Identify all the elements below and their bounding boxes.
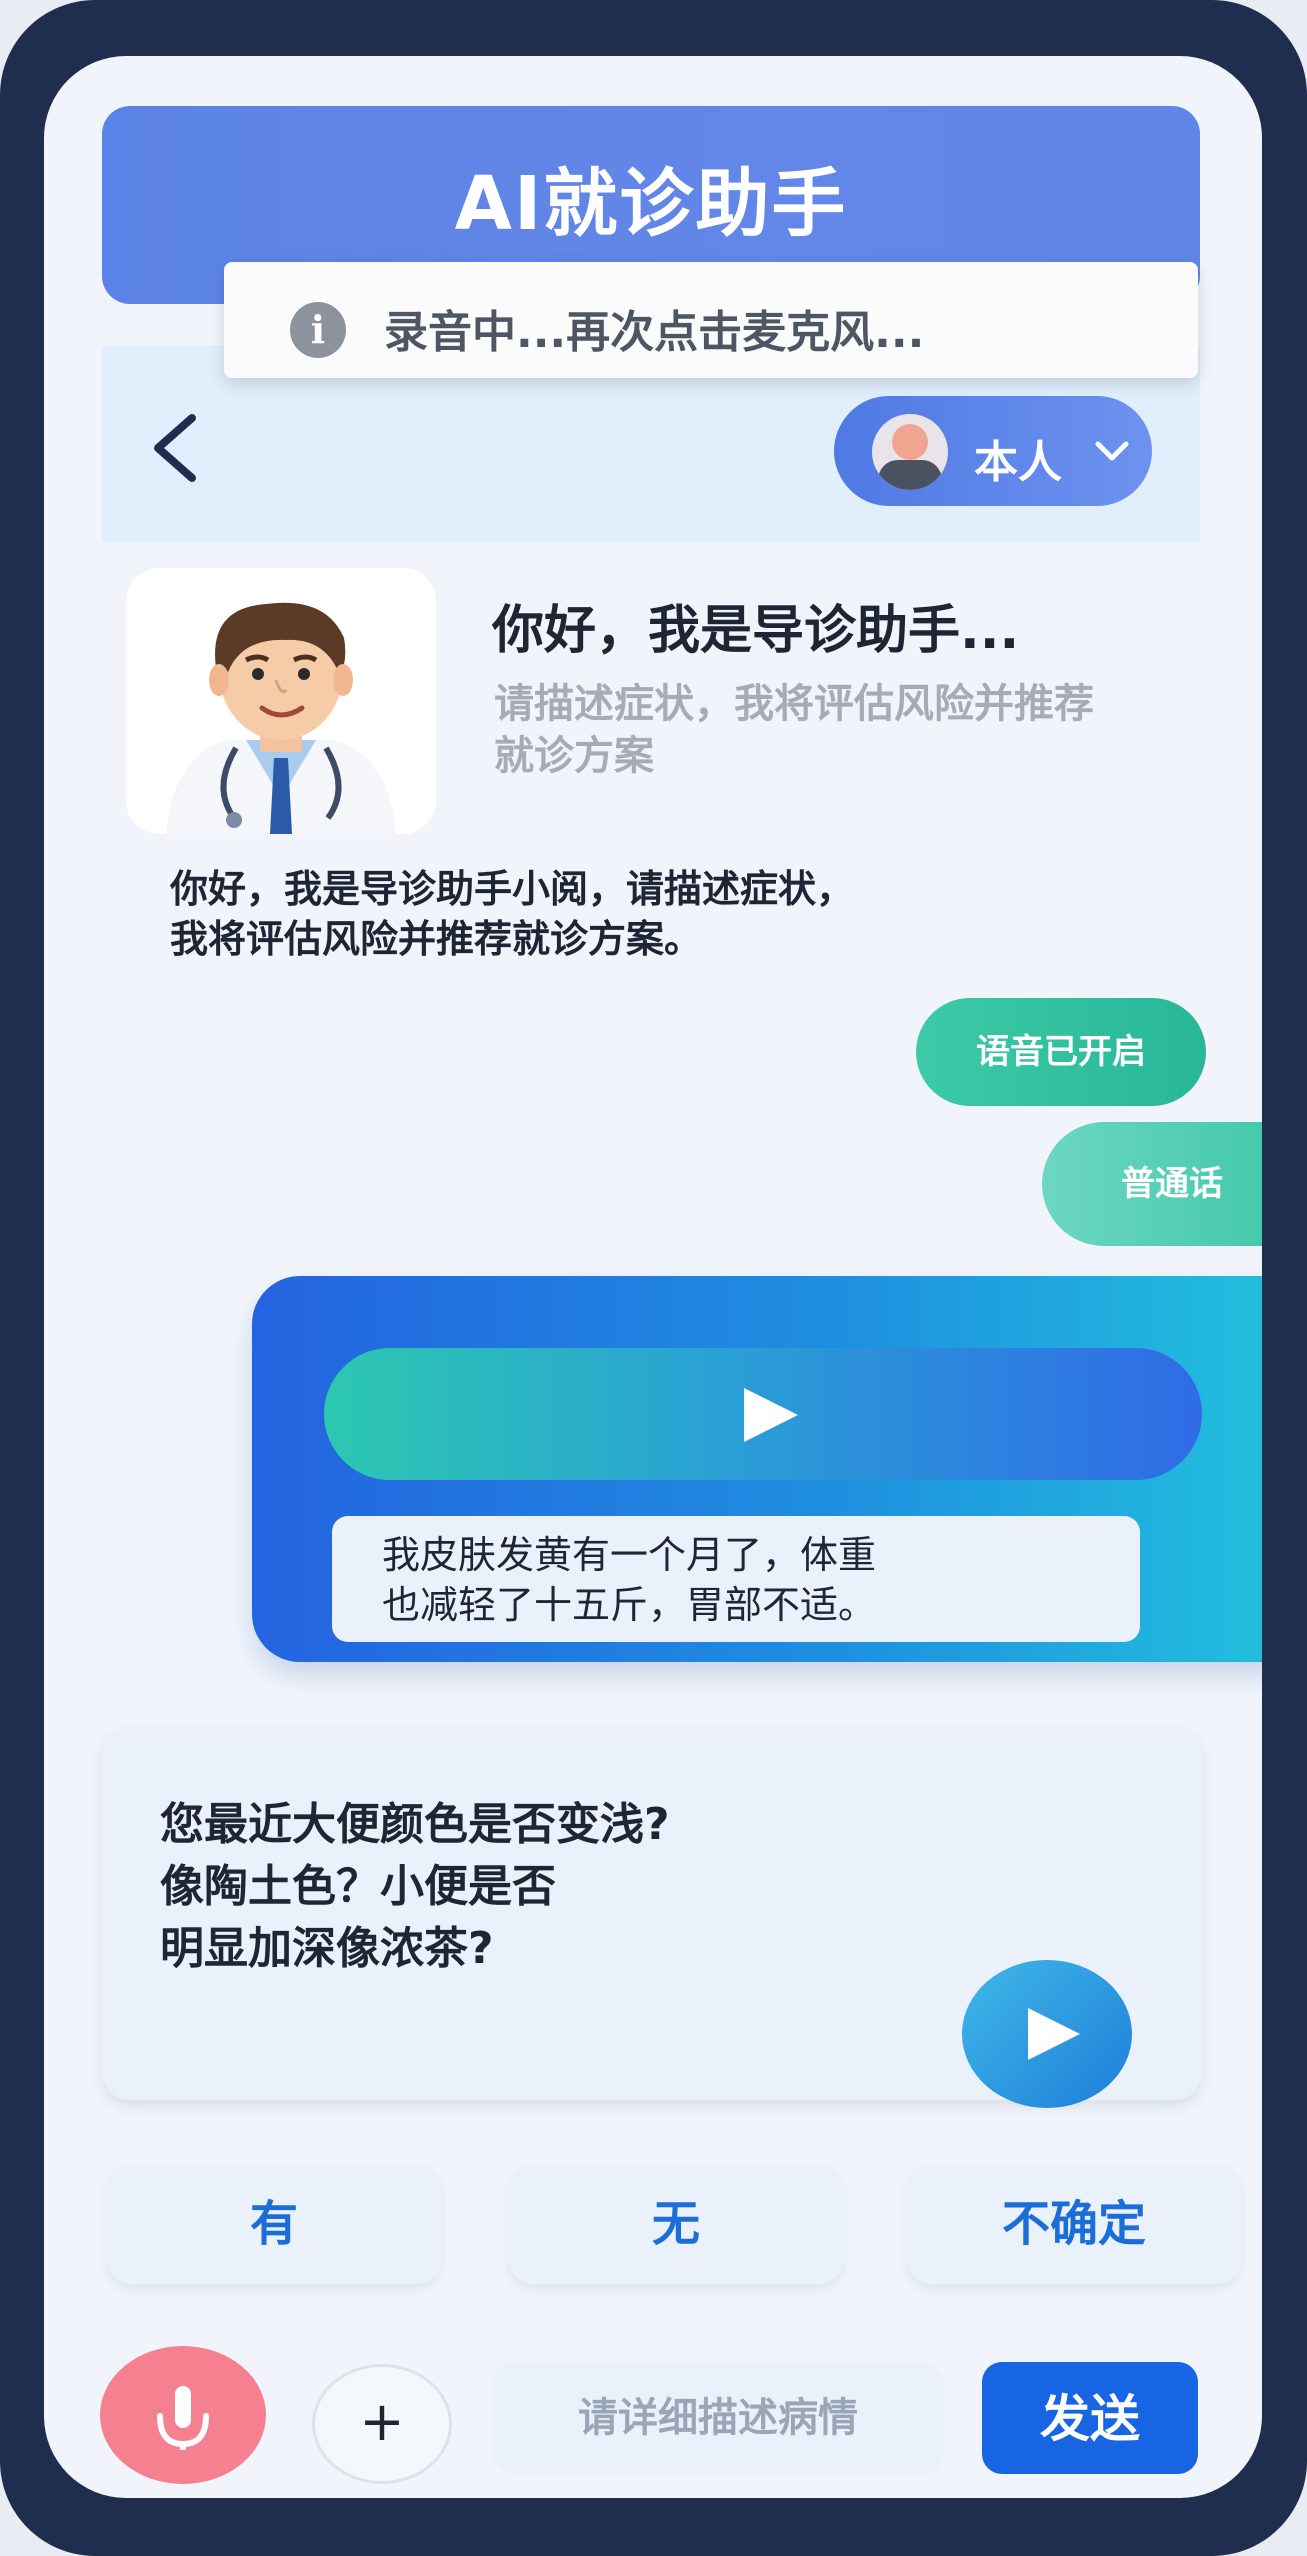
- assistant-message-line: 你好，我是导诊助手小阅，请描述症状，: [170, 867, 855, 911]
- voice-transcript: 我皮肤发黄有一个月了，体重 也减轻了十五斤，胃部不适。: [332, 1516, 1140, 1642]
- voice-play-bar[interactable]: [324, 1348, 1202, 1480]
- greeting-subtitle: 请描述症状，我将评估风险并推荐就诊方案: [494, 681, 1094, 779]
- send-button[interactable]: 发送: [982, 2362, 1198, 2474]
- question-play-button[interactable]: [962, 1960, 1132, 2108]
- assistant-message-line: 我将评估风险并推荐就诊方案。: [170, 917, 703, 961]
- transcript-line: 我皮肤发黄有一个月了，体重: [382, 1533, 877, 1577]
- question-text: 您最近大便颜色是否变浅? 像陶土色？小便是否 明显加深像浓茶?: [160, 1794, 920, 1980]
- user-voice-message: 我皮肤发黄有一个月了，体重 也减轻了十五斤，胃部不适。: [252, 1276, 1262, 1662]
- play-icon: [1028, 2008, 1080, 2060]
- chevron-left-icon[interactable]: [144, 408, 208, 488]
- device-frame: AI就诊助手 i 录音中...再次点击麦克风... 本人 你好，我是导诊助手..…: [0, 0, 1307, 2556]
- info-icon: i: [290, 302, 346, 358]
- doctor-avatar: [126, 568, 436, 834]
- assistant-message: 你好，我是导诊助手小阅，请描述症状， 我将评估风险并推荐就诊方案。: [170, 864, 1070, 964]
- option-yes-button[interactable]: 有: [106, 2164, 442, 2284]
- user-selector[interactable]: 本人: [834, 396, 1152, 506]
- question-line: 明显加深像浓茶?: [160, 1923, 494, 1974]
- app-screen: AI就诊助手 i 录音中...再次点击麦克风... 本人 你好，我是导诊助手..…: [44, 56, 1262, 2498]
- app-title: AI就诊助手: [454, 161, 848, 247]
- symptom-input[interactable]: [492, 2362, 944, 2474]
- user-selector-label: 本人: [974, 437, 1062, 488]
- question-line: 像陶土色？小便是否: [160, 1861, 556, 1912]
- avatar: [872, 414, 948, 490]
- language-chip[interactable]: 普通话: [1042, 1122, 1262, 1246]
- microphone-button[interactable]: [100, 2346, 266, 2484]
- transcript-text: 我皮肤发黄有一个月了，体重 也减轻了十五斤，胃部不适。: [382, 1530, 1102, 1630]
- microphone-icon: [157, 2386, 209, 2450]
- chevron-down-icon: [1095, 441, 1129, 461]
- option-unsure-button[interactable]: 不确定: [906, 2164, 1242, 2284]
- voice-enabled-chip[interactable]: 语音已开启: [916, 998, 1206, 1106]
- transcript-line: 也减轻了十五斤，胃部不适。: [382, 1583, 877, 1627]
- recording-toast: i 录音中...再次点击麦克风...: [224, 262, 1198, 378]
- add-attachment-button[interactable]: +: [312, 2364, 452, 2484]
- play-icon: [744, 1388, 798, 1442]
- option-no-button[interactable]: 无: [508, 2164, 844, 2284]
- toast-text: 录音中...再次点击麦克风...: [384, 307, 925, 358]
- doctor-illustration: [126, 568, 436, 834]
- question-line: 您最近大便颜色是否变浅?: [160, 1799, 670, 1850]
- greeting-title: 你好，我是导诊助手...: [492, 601, 1020, 661]
